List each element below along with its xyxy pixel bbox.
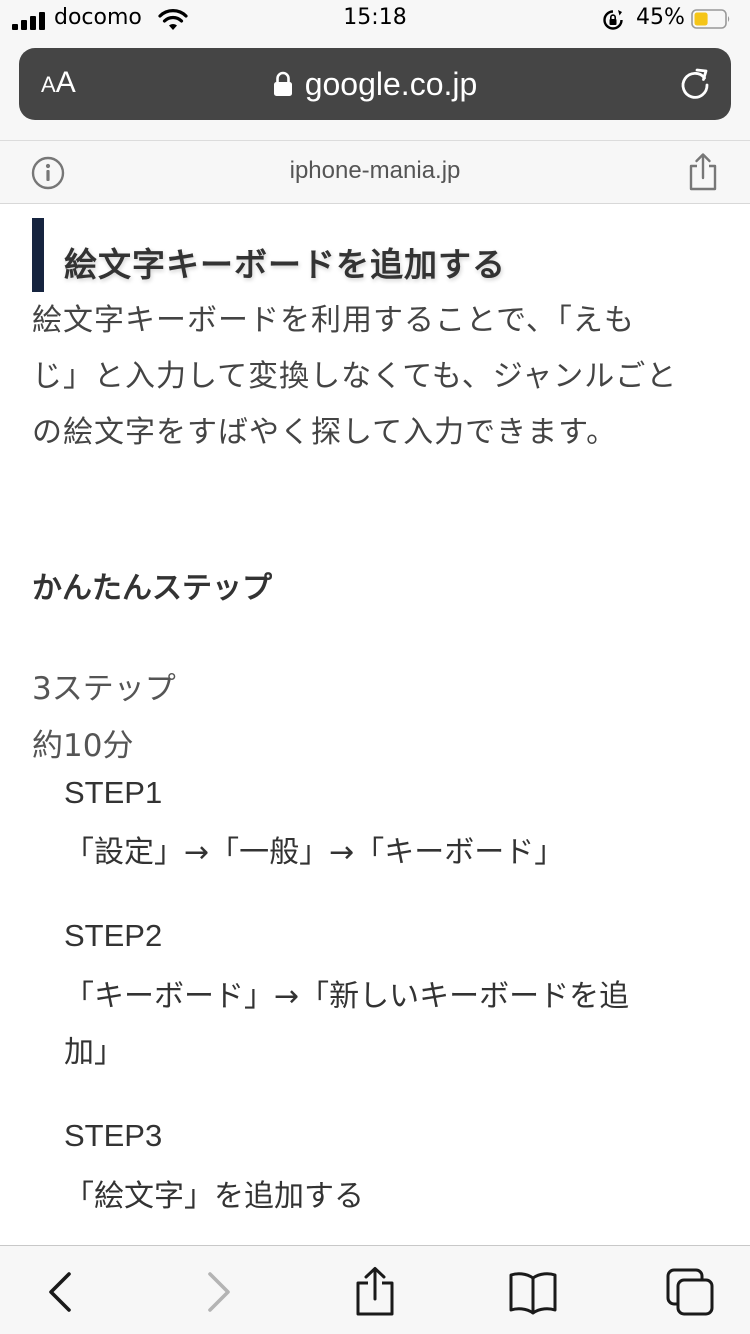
article-content: 絵文字キーボードを追加する 絵文字キーボードを利用することで、「えも じ」と入力… xyxy=(0,205,750,1245)
step-label: STEP2 xyxy=(64,918,163,953)
site-info-bar: iphone-mania.jp xyxy=(0,140,750,204)
site-domain: iphone-mania.jp xyxy=(289,157,461,184)
intro-paragraph: 絵文字キーボードを利用することで、「えも じ」と入力して変換しなくても、ジャンル… xyxy=(32,293,712,461)
page: docomo 15:18 45% AA google.co.jp iphone-… xyxy=(0,0,750,1334)
back-icon[interactable] xyxy=(35,1266,87,1318)
orientation-lock-icon xyxy=(603,10,623,30)
intro-line: 絵文字キーボードを利用することで、「えも xyxy=(32,303,635,338)
share-icon[interactable] xyxy=(349,1266,401,1318)
bookmarks-icon[interactable] xyxy=(507,1266,559,1318)
address-bar[interactable]: AA google.co.jp xyxy=(19,48,731,120)
battery-icon xyxy=(691,9,730,29)
steps-title: かんたんステップ xyxy=(32,571,272,606)
bottom-toolbar xyxy=(0,1245,750,1334)
step-text: 「設定」→「一般」→「キーボード」 xyxy=(64,835,565,870)
step-label: STEP3 xyxy=(64,1118,163,1153)
forward-icon[interactable] xyxy=(192,1266,244,1318)
step-text: 「絵文字」を追加する xyxy=(64,1179,364,1214)
status-bar: docomo 15:18 45% xyxy=(0,0,750,40)
intro-line: じ」と入力して変換しなくても、ジャンルごと xyxy=(32,359,678,394)
reload-icon[interactable] xyxy=(677,66,713,102)
secure-lock-icon xyxy=(273,71,292,96)
duration: 約10分 xyxy=(32,728,134,764)
share-icon[interactable] xyxy=(686,152,720,192)
step-label: STEP1 xyxy=(64,775,163,810)
section-heading-text: 絵文字キーボードを追加する xyxy=(64,245,506,284)
tabs-icon[interactable] xyxy=(664,1266,716,1318)
section-heading: 絵文字キーボードを追加する xyxy=(32,218,712,292)
step-text: 「キーボード」→「新しいキーボードを追 加」 xyxy=(64,979,630,1070)
step-count: 3ステップ xyxy=(32,671,176,707)
intro-line: の絵文字をすばやく探して入力できます。 xyxy=(32,415,618,450)
reader-text-size-button[interactable]: AA xyxy=(41,66,76,102)
battery-percent: 45% xyxy=(636,5,685,30)
browser-chrome: AA google.co.jp xyxy=(0,40,750,140)
url-text[interactable]: google.co.jp xyxy=(305,66,478,103)
